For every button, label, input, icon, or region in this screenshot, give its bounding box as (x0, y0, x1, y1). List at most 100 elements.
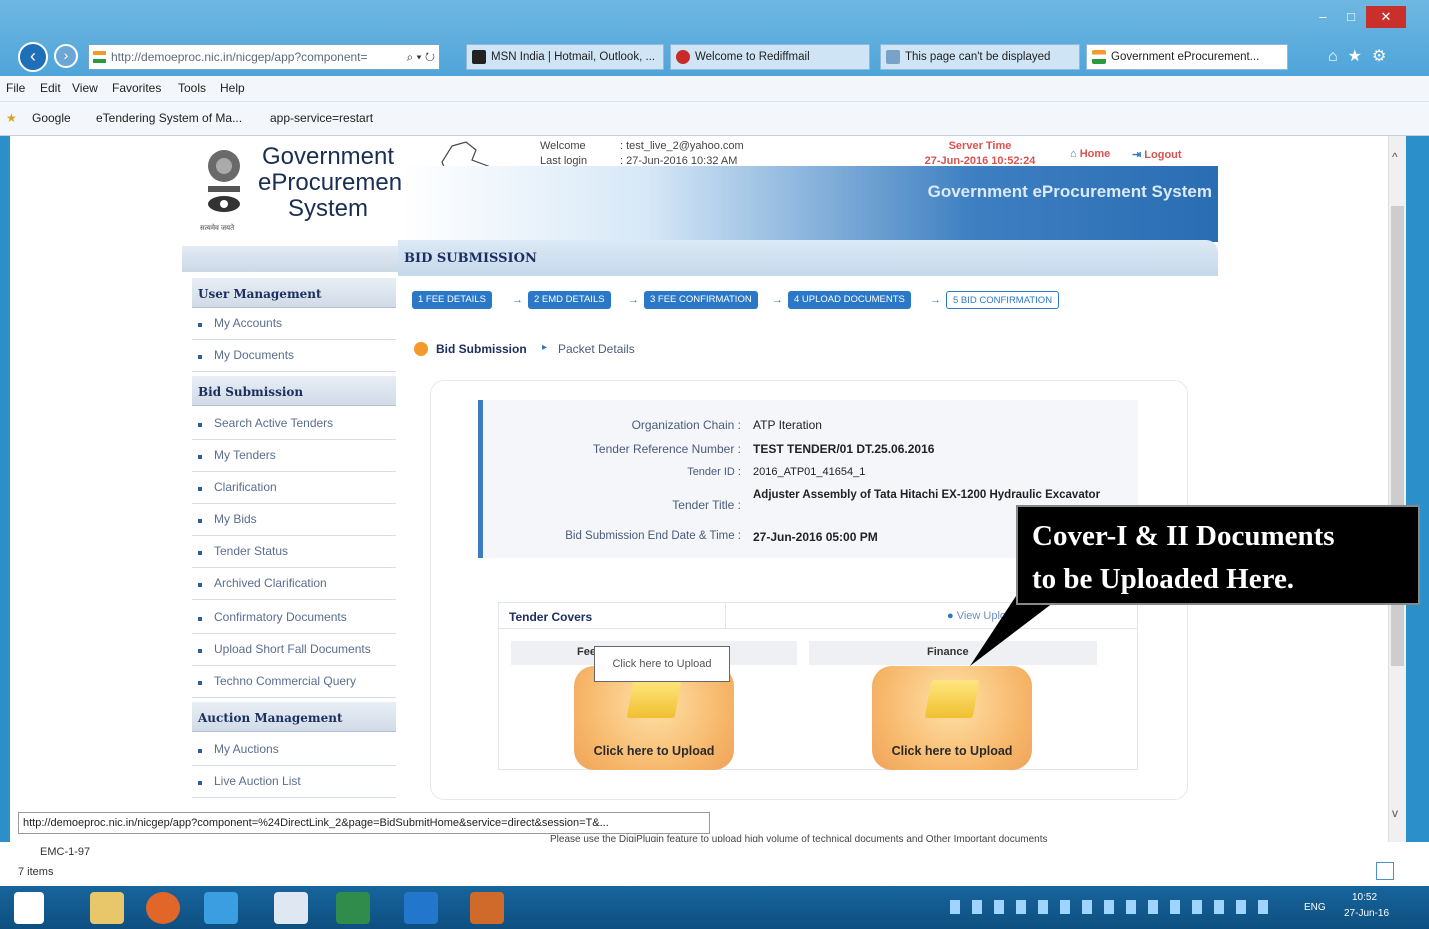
windows-start-icon[interactable] (14, 892, 44, 924)
tab-rediff[interactable]: Welcome to Rediffmail (670, 44, 870, 70)
upload-tooltip: Click here to Upload (594, 646, 730, 682)
taskbar: ENG 10:52 27-Jun-16 (0, 886, 1429, 929)
tab-label: Government eProcurement... (1111, 51, 1260, 63)
app-stack-icon[interactable] (470, 892, 504, 924)
site-header: सत्यमेव जयते Government eProcurement Sys… (182, 136, 1218, 242)
favorites-bar: ★ Google eTendering System of Ma... app-… (0, 102, 1429, 136)
step-fee-confirmation: 3 FEE CONFIRMATION (644, 291, 758, 309)
folder-icon (626, 680, 682, 718)
nav-techno-commercial-query[interactable]: Techno Commercial Query (192, 666, 396, 698)
nav-my-tenders[interactable]: My Tenders (192, 440, 396, 472)
nav-clarification[interactable]: Clarification (192, 472, 396, 504)
address-bar[interactable]: http://demoeproc.nic.in/nicgep/app?compo… (88, 44, 440, 70)
upload-cover2-button[interactable]: Click here to Upload (872, 666, 1032, 770)
nav-tender-status[interactable]: Tender Status (192, 536, 396, 568)
fav-etendering[interactable]: eTendering System of Ma... (96, 111, 242, 125)
logout-label: Logout (1144, 149, 1182, 161)
nav-archived-clarification[interactable]: Archived Clarification (192, 568, 396, 600)
step-fee-details: 1 FEE DETAILS (412, 291, 492, 309)
nav-my-documents[interactable]: My Documents (192, 340, 396, 372)
browser-titlebar (0, 0, 1429, 86)
step-upload-documents: 4 UPLOAD DOCUMENTS (788, 291, 911, 309)
header-band (402, 166, 1218, 242)
step-emd-details: 2 EMD DETAILS (528, 291, 611, 309)
step-arrow-icon: → (628, 294, 639, 306)
page-viewport: सत्यमेव जयते Government eProcurement Sys… (10, 136, 1388, 842)
menu-tools[interactable]: Tools (178, 81, 206, 95)
system-tray-icons[interactable] (950, 900, 1280, 914)
vertical-scrollbar[interactable]: ^ v (1388, 136, 1406, 842)
menu-edit[interactable]: Edit (40, 81, 61, 95)
firefox-icon[interactable] (146, 892, 180, 924)
headphones-icon[interactable] (404, 892, 438, 924)
menu-file[interactable]: File (6, 81, 25, 95)
welcome-label: Welcome (540, 140, 586, 152)
nav-top-band (182, 246, 398, 272)
logout-link[interactable]: ⇥ Logout (1132, 148, 1182, 161)
system-title: Government eProcurement System (927, 182, 1212, 201)
nav-confirmatory-documents[interactable]: Confirmatory Documents (192, 602, 396, 634)
left-nav: User Management My Accounts My Documents… (182, 246, 398, 842)
favorites-star-icon[interactable]: ★ (6, 111, 17, 125)
scroll-down-icon[interactable]: v (1392, 806, 1398, 820)
server-time-label: Server Time (948, 140, 1012, 152)
site-logo-text[interactable]: Government eProcurement System (258, 144, 409, 222)
clock-time[interactable]: 10:52 (1352, 892, 1377, 903)
home-link[interactable]: ⌂ Home (1070, 148, 1110, 160)
items-count: 7 items (18, 866, 54, 878)
breadcrumb-bid-submission[interactable]: Bid Submission (436, 342, 527, 356)
server-time-value: 27-Jun-2016 10:52:24 (924, 155, 1036, 167)
breadcrumb-packet-details: Packet Details (558, 342, 635, 356)
tender-title-value: Adjuster Assembly of Tata Hitachi EX-120… (753, 489, 1101, 501)
section-title: BID SUBMISSION (404, 251, 537, 266)
file-explorer-icon[interactable] (90, 892, 124, 924)
details-view-icon[interactable] (1376, 862, 1394, 880)
tender-id-value: 2016_ATP01_41654_1 (753, 466, 866, 478)
rediff-icon (676, 50, 690, 64)
callout-box: Cover-I & II Documents to be Uploaded He… (1016, 505, 1420, 605)
end-date-label: Bid Submission End Date & Time : (565, 530, 741, 542)
nav-my-auctions[interactable]: My Auctions (192, 734, 396, 766)
callout-line1: Cover-I & II Documents (1032, 520, 1335, 552)
fav-app-service[interactable]: app-service=restart (270, 111, 373, 125)
close-icon[interactable]: ✕ (1366, 6, 1406, 28)
excel-icon[interactable] (336, 892, 370, 924)
site-favicon-icon (93, 51, 106, 63)
forward-icon[interactable]: › (54, 44, 78, 68)
folder-label: EMC-1-97 (40, 846, 91, 858)
lastlogin-value: : 27-Jun-2016 10:32 AM (620, 155, 738, 167)
emblem-caption: सत्यमेव जयते (200, 225, 235, 232)
nav-my-bids[interactable]: My Bids (192, 504, 396, 536)
folder-icon (924, 680, 980, 718)
notes-icon[interactable] (274, 892, 308, 924)
internet-explorer-icon[interactable] (204, 892, 238, 924)
step-bid-confirmation: 5 BID CONFIRMATION (946, 291, 1060, 309)
breadcrumb-bullet-icon (414, 342, 428, 356)
language-indicator[interactable]: ENG (1304, 902, 1326, 913)
address-actions[interactable]: ⌕ ▾ ↻ (406, 45, 435, 69)
nav-upload-short-fall[interactable]: Upload Short Fall Documents (192, 634, 396, 666)
nav-search-active-tenders[interactable]: Search Active Tenders (192, 408, 396, 440)
upload-label: Click here to Upload (593, 744, 715, 758)
menu-help[interactable]: Help (220, 81, 245, 95)
tab-eprocurement[interactable]: Government eProcurement... (1086, 44, 1288, 70)
scroll-up-icon[interactable]: ^ (1392, 150, 1398, 164)
back-icon[interactable]: ‹ (18, 42, 48, 72)
maximize-icon[interactable]: □ (1338, 6, 1364, 28)
menu-favorites[interactable]: Favorites (112, 81, 161, 95)
status-url: http://demoeproc.nic.in/nicgep/app?compo… (18, 812, 710, 834)
minimize-icon[interactable]: – (1310, 6, 1336, 28)
menu-view[interactable]: View (72, 81, 98, 95)
step-arrow-icon: → (930, 294, 941, 306)
nav-my-accounts[interactable]: My Accounts (192, 308, 396, 340)
logout-icon: ⇥ (1132, 149, 1145, 161)
nav-live-auction-list[interactable]: Live Auction List (192, 766, 396, 798)
browser-toolbar-icons[interactable]: ⌂★⚙ (1328, 46, 1396, 66)
tab-msn[interactable]: MSN India | Hotmail, Outlook, ... (466, 44, 664, 70)
fav-google[interactable]: Google (32, 111, 71, 125)
tab-error[interactable]: This page can't be displayed (880, 44, 1080, 70)
view-icon: ● (947, 610, 957, 622)
footer-note: Please use the DigiPlugin feature to upl… (550, 834, 1048, 842)
clock-date[interactable]: 27-Jun-16 (1344, 908, 1389, 919)
explorer-strip: EMC-1-97 7 items (0, 842, 1429, 886)
